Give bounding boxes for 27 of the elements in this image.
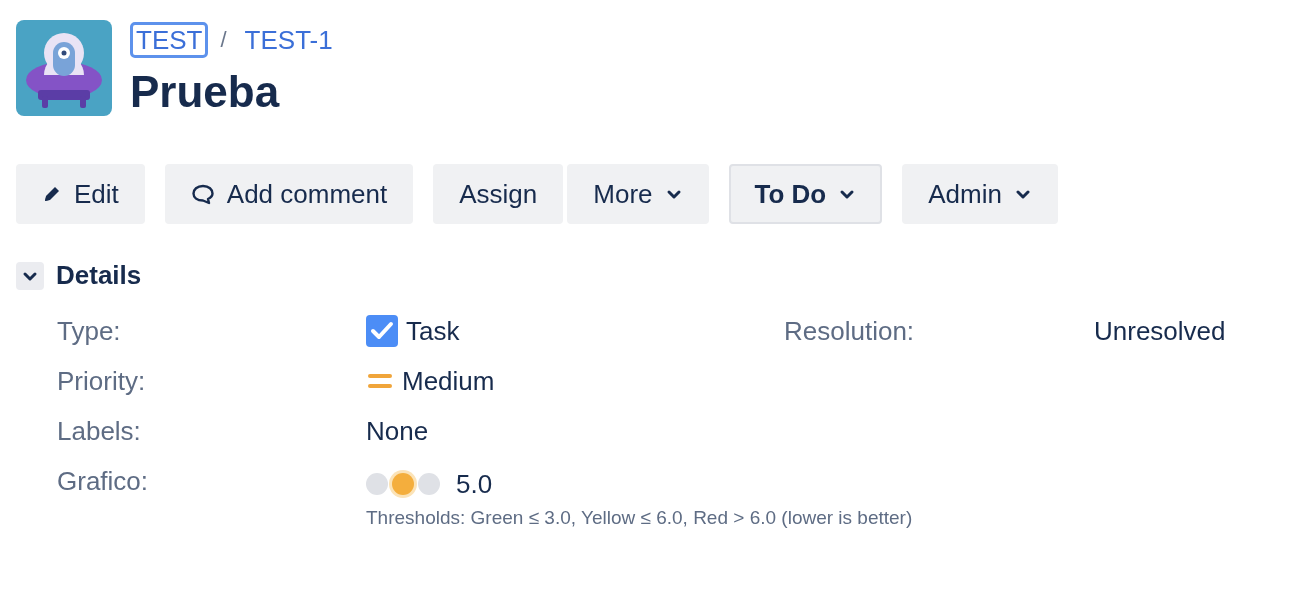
breadcrumb-link[interactable]: TEST xyxy=(130,22,209,58)
toolbar-button[interactable]: Assign xyxy=(433,164,564,224)
field-value: None xyxy=(366,415,429,448)
speech-bubble-icon xyxy=(190,183,215,205)
issue-title: Prueba xyxy=(130,66,281,118)
field-label: Resolution: xyxy=(784,315,916,348)
breadcrumb-separator: / xyxy=(220,27,227,53)
toolbar-button[interactable]: Add comment xyxy=(164,164,414,224)
field-value: 5.0 xyxy=(456,468,493,501)
section-title: Details xyxy=(56,260,142,291)
field-label: Labels: xyxy=(57,415,142,448)
field-label: Type: xyxy=(57,315,122,348)
field-label: Grafico: xyxy=(57,465,150,498)
toolbar-button[interactable]: Admin xyxy=(902,164,1058,224)
breadcrumb-link[interactable]: TEST-1 xyxy=(238,22,339,58)
task-checkbox-icon xyxy=(366,315,398,347)
status-button[interactable]: To Do xyxy=(728,164,883,224)
field-value: Task xyxy=(406,315,460,348)
toolbar-button[interactable]: More xyxy=(567,164,709,224)
toolbar-button[interactable]: Edit xyxy=(16,164,145,224)
field-value: Unresolved xyxy=(1094,315,1226,348)
field-label: Priority: xyxy=(57,365,147,398)
thresholds-note: Thresholds: Green ≤ 3.0, Yellow ≤ 6.0, Red > 6.0 (lower is better) xyxy=(366,507,913,529)
field-value: Medium xyxy=(402,365,495,398)
collapse-toggle[interactable] xyxy=(16,261,44,290)
pencil-icon xyxy=(42,184,62,204)
project-avatar-icon xyxy=(16,20,112,116)
